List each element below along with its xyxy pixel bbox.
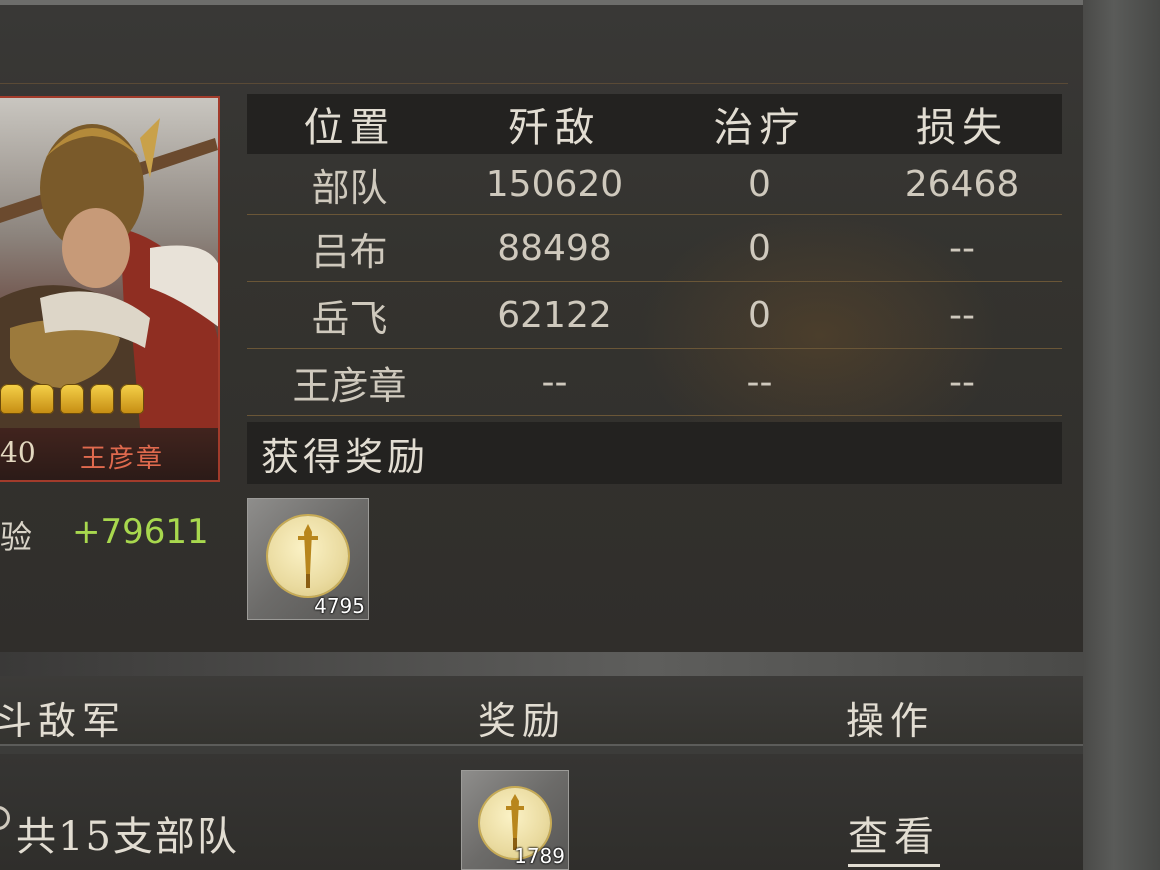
row-position: 王彦章 xyxy=(292,363,407,408)
item-quantity: 4795 xyxy=(314,594,365,618)
hero-name: 王彦章 xyxy=(80,444,165,474)
reward-item-slot[interactable]: 4795 xyxy=(247,498,369,620)
table-row: 王彦章 -- -- -- xyxy=(247,349,1062,416)
row-position: 部队 xyxy=(311,165,388,210)
star-badge-icon xyxy=(0,384,24,414)
star-badge-icon xyxy=(90,384,114,414)
row-healing: 0 xyxy=(748,163,771,205)
row-kills: 150620 xyxy=(485,163,624,205)
star-badge-icon xyxy=(30,384,54,414)
row-loss: 26468 xyxy=(904,163,1020,205)
star-badge-icon xyxy=(60,384,84,414)
col-reward: 奖励 xyxy=(478,699,567,743)
row-loss: -- xyxy=(949,294,975,336)
list-divider xyxy=(0,652,1083,676)
row-position: 吕布 xyxy=(311,229,388,274)
row-kills: 62122 xyxy=(497,294,612,336)
battle-stats-table: 位置 歼敌 治疗 损失 部队 150620 0 26468 吕布 88498 0… xyxy=(247,94,1062,416)
header-position: 位置 xyxy=(303,105,396,151)
hero-portrait-art xyxy=(0,98,218,480)
col-enemy: 斗敌军 xyxy=(0,699,127,743)
row-healing: -- xyxy=(746,361,773,403)
reward-section-header: 获得奖励 xyxy=(247,422,1062,484)
table-row: 吕布 88498 0 -- xyxy=(247,215,1062,282)
row-position: 岳飞 xyxy=(311,296,388,341)
item-quantity: 1789 xyxy=(514,844,565,868)
row-kills: -- xyxy=(541,361,568,403)
hero-portrait-card[interactable]: 40 王彦章 xyxy=(0,96,220,482)
view-button[interactable]: 查看 xyxy=(848,804,940,867)
row-loss: -- xyxy=(949,361,975,403)
row-healing: 0 xyxy=(748,294,771,336)
list-item: 共15支部队 1789 查看 xyxy=(0,754,1083,870)
header-kills: 歼敌 xyxy=(508,105,601,151)
exp-value: +79611 xyxy=(72,512,209,552)
row-loss: -- xyxy=(949,227,975,269)
header-loss: 损失 xyxy=(916,105,1008,151)
hero-star-rating xyxy=(0,384,144,414)
row-kills: 88498 xyxy=(497,227,612,269)
list-header: 斗敌军 奖励 操作 xyxy=(0,676,1083,746)
row-healing: 0 xyxy=(748,227,771,269)
stats-header-row: 位置 歼敌 治疗 损失 xyxy=(247,94,1062,154)
reward-title: 获得奖励 xyxy=(261,434,430,479)
table-row: 部队 150620 0 26468 xyxy=(247,154,1062,215)
row-reward-slot[interactable]: 1789 xyxy=(461,770,569,870)
exp-label: 经验 xyxy=(0,518,33,556)
panel-divider xyxy=(0,83,1068,84)
row-description: 共15支部队 xyxy=(16,814,239,860)
star-badge-icon xyxy=(120,384,144,414)
right-gutter xyxy=(1083,0,1160,870)
bullet-icon xyxy=(0,806,10,830)
hero-level: 40 xyxy=(0,436,36,469)
table-row: 岳飞 62122 0 -- xyxy=(247,282,1062,349)
col-action: 操作 xyxy=(846,699,935,743)
header-healing: 治疗 xyxy=(713,105,806,151)
sword-coin-icon xyxy=(268,516,348,596)
